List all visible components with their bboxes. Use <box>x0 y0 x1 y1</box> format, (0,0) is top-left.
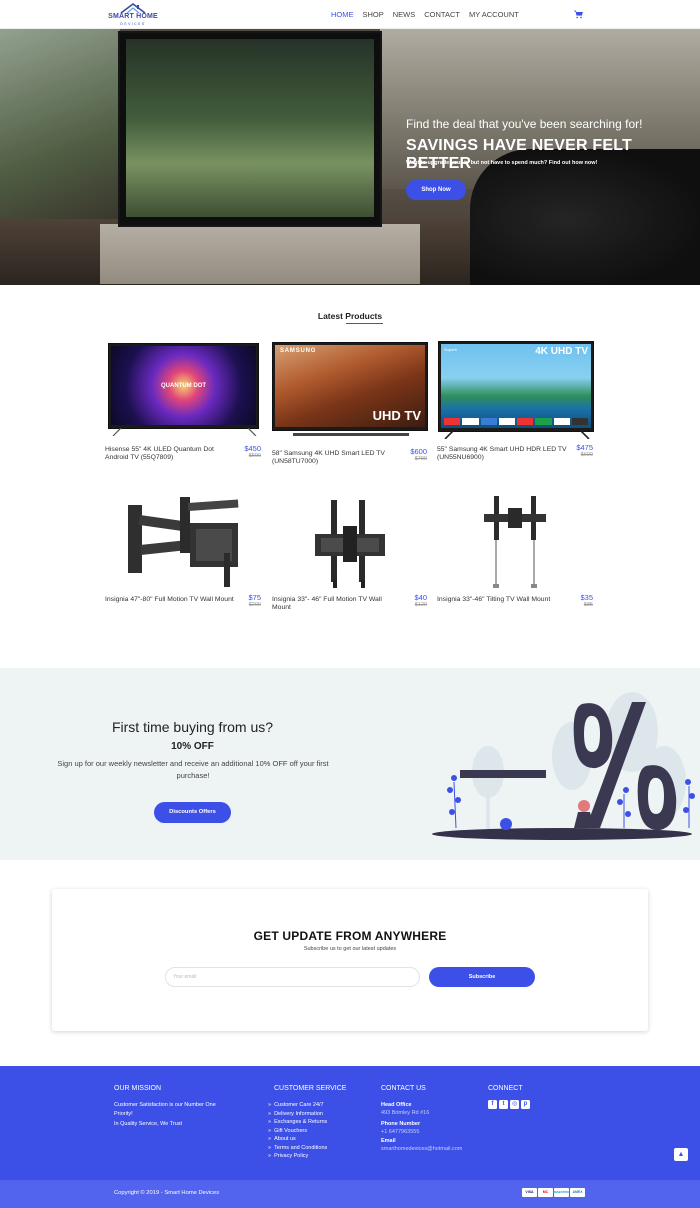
uhd-tv-label: UHD TV <box>372 408 421 423</box>
product-old-price-3: $600 <box>580 452 593 458</box>
footer-service-heading: CUSTOMER SERVICE <box>274 1085 347 1092</box>
product-old-price-6: $85 <box>583 602 593 608</box>
brand-tagline: DEVICES <box>120 22 146 26</box>
nav-contact[interactable]: CONTACT <box>424 10 460 19</box>
samsung-label: SAMSUNG <box>280 348 317 354</box>
pinterest-icon[interactable]: p <box>521 1100 530 1109</box>
phone-number[interactable]: +1 6477963555 <box>381 1128 419 1137</box>
brand-name: SMART HOME <box>108 13 158 20</box>
footer-mission-heading: OUR MISSION <box>114 1085 162 1092</box>
offer-discount: 10% OFF <box>171 741 214 752</box>
product-name-4[interactable]: Insignia 47"-80" Full Motion TV Wall Mou… <box>105 596 235 604</box>
product-image-1[interactable]: QUANTUM DOT <box>108 343 259 436</box>
footer-bottom-bar: Copyright © 2019 - Smart Home Devices VI… <box>0 1180 700 1208</box>
facebook-icon[interactable]: f <box>488 1100 497 1109</box>
mission-line-2: In Quality Service, We Trust <box>114 1121 183 1127</box>
shop-now-button[interactable]: Shop Now <box>406 180 466 200</box>
footer-contact-heading: CONTACT US <box>381 1085 426 1092</box>
footer-connect-heading: CONNECT <box>488 1085 523 1092</box>
product-name-5[interactable]: Insignia 33"- 46" Full Motion TV Wall Mo… <box>272 596 402 612</box>
offer-title: First time buying from us? <box>111 719 274 735</box>
product-old-price-1: $590 <box>248 453 261 459</box>
first-purchase-offer: First time buying from us? 10% OFF Sign … <box>0 668 700 860</box>
discount-offers-button[interactable]: Discounts Offers <box>154 802 231 823</box>
product-old-price-5: $120 <box>414 602 427 608</box>
hero-banner: Find the deal that you've been searching… <box>0 29 700 285</box>
product-price-3: $475 <box>576 443 593 452</box>
twitter-icon[interactable]: t <box>499 1100 508 1109</box>
4k-uhd-label: 4K UHD TV <box>535 346 588 357</box>
product-name-2[interactable]: 58" Samsung 4K UHD Smart LED TV (UN58TU7… <box>272 450 402 466</box>
product-name-3[interactable]: 55" Samsung 4K Smart UHD HDR LED TV (UN5… <box>437 446 567 462</box>
office-address: 493 Brimley Rd #16 <box>381 1110 430 1116</box>
discount-illustration <box>432 692 695 840</box>
main-menu: HOME SHOP NEWS CONTACT MY ACCOUNT <box>331 10 519 19</box>
link-gift-vouchers[interactable]: Gift Vouchers <box>268 1127 327 1136</box>
offer-description: Sign up for our weekly newsletter and re… <box>57 759 329 780</box>
mission-line-1: Customer Satisfaction is our Number One … <box>114 1102 216 1117</box>
logo[interactable]: SMART HOME DEVICES <box>104 3 162 27</box>
product-image-6[interactable] <box>480 494 550 590</box>
product-old-price-2: $790 <box>414 456 427 462</box>
top-nav: SMART HOME DEVICES HOME SHOP NEWS CONTAC… <box>0 0 700 29</box>
nav-my-account[interactable]: MY ACCOUNT <box>469 10 519 19</box>
product-image-5[interactable] <box>311 496 389 590</box>
nav-home[interactable]: HOME <box>331 10 354 19</box>
hero-title: SAVINGS HAVE NEVER FELT BETTER <box>406 137 632 172</box>
newsletter-card: GET UPDATE FROM ANYWHERE Subscribe us to… <box>52 889 648 1031</box>
newsletter-title: GET UPDATE FROM ANYWHERE <box>253 929 447 943</box>
nav-news[interactable]: NEWS <box>393 10 416 19</box>
product-image-4[interactable] <box>120 493 245 591</box>
superb-label: Superb <box>444 347 457 352</box>
product-image-3[interactable]: Superb 4K UHD TV <box>438 341 594 439</box>
hero-subtitle: Find the deal that you've been searching… <box>406 117 643 131</box>
link-customer-care[interactable]: Customer Care 24/7 <box>268 1101 327 1110</box>
email-input[interactable]: Your email <box>165 967 420 987</box>
subscribe-button[interactable]: Subscribe <box>429 967 535 987</box>
product-name-6[interactable]: Insignia 33"-46" Tilting TV Wall Mount <box>437 596 567 604</box>
maestro-icon: MAESTRO <box>554 1188 569 1197</box>
visa-icon: VISA <box>522 1188 537 1197</box>
product-image-2[interactable]: SAMSUNG UHD TV <box>272 342 428 436</box>
amex-icon: AMEX <box>570 1188 585 1197</box>
social-icons: f t ◎ p <box>488 1100 530 1109</box>
link-privacy[interactable]: Privacy Policy <box>268 1152 327 1161</box>
newsletter-subtitle: Subscribe us to get our latest updates <box>303 946 397 952</box>
cart-icon[interactable] <box>574 10 583 19</box>
link-terms[interactable]: Terms and Conditions <box>268 1144 327 1153</box>
latest-products-title: Latest Products <box>317 311 383 321</box>
service-links: Customer Care 24/7 Delivery Information … <box>268 1101 327 1161</box>
product-price-5: $40 <box>414 593 427 602</box>
product-old-price-4: $200 <box>248 602 261 608</box>
mastercard-icon: MC <box>538 1188 553 1197</box>
link-delivery[interactable]: Delivery Information <box>268 1110 327 1119</box>
title-underline <box>346 323 383 324</box>
nav-shop[interactable]: SHOP <box>363 10 384 19</box>
hero-description: Want to upgrade your tv but not have to … <box>406 160 598 166</box>
payment-methods: VISA MC MAESTRO AMEX <box>522 1188 585 1197</box>
instagram-icon[interactable]: ◎ <box>510 1100 519 1109</box>
copyright: Copyright © 2019 - Smart Home Devices <box>114 1190 220 1196</box>
link-about-us[interactable]: About us <box>268 1135 327 1144</box>
product-price-4: $75 <box>248 593 261 602</box>
product-name-1[interactable]: Hisense 55" 4K ULED Quantum Dot Android … <box>105 446 235 462</box>
product-price-2: $600 <box>410 447 427 456</box>
footer: OUR MISSION Customer Satisfaction is our… <box>0 1066 700 1180</box>
product-price-6: $35 <box>580 593 593 602</box>
link-exchanges[interactable]: Exchanges & Returns <box>268 1118 327 1127</box>
product-price-1: $450 <box>244 444 261 453</box>
contact-email[interactable]: smarthomedevices@hotmail.com <box>381 1145 462 1154</box>
quantum-dot-label: QUANTUM DOT <box>161 383 206 389</box>
back-to-top-icon[interactable]: ▲ <box>674 1148 688 1161</box>
